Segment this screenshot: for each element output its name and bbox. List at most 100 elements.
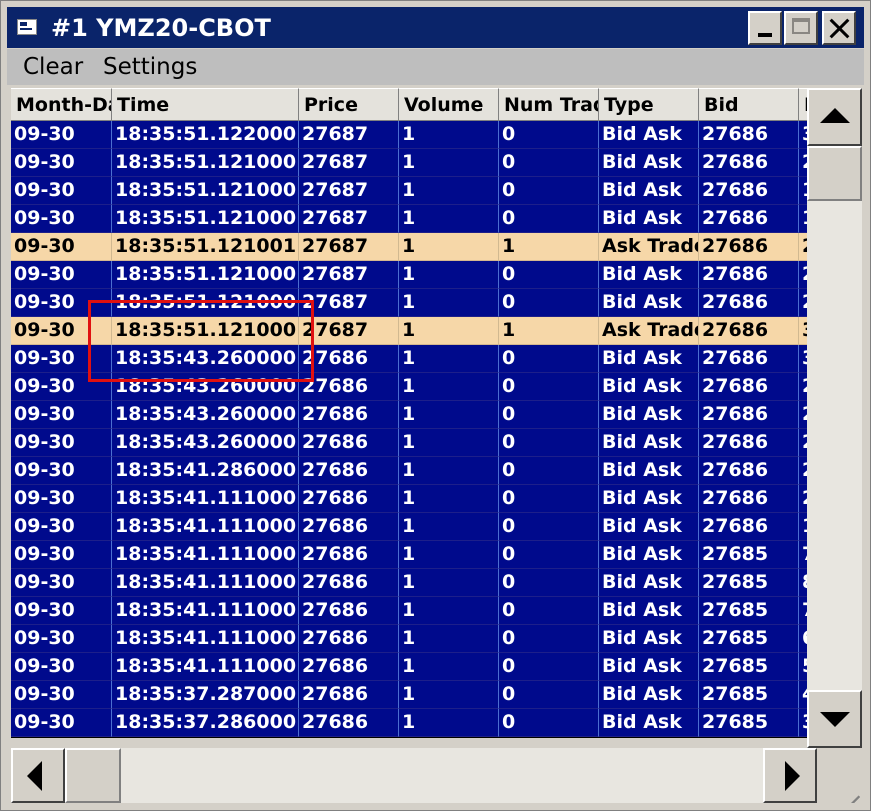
cell-bid-size: 2 <box>799 149 807 177</box>
cell-volume: 1 <box>399 541 499 569</box>
table-row[interactable]: 09-3018:35:51.1210002768710Bid Ask276862 <box>11 261 807 289</box>
table-row[interactable]: 09-3018:35:51.1210002768710Bid Ask276861 <box>11 205 807 233</box>
scroll-left-button[interactable] <box>11 748 65 803</box>
cell-volume: 1 <box>399 653 499 681</box>
table-row[interactable]: 09-3018:35:37.2870002768610Bid Ask276854 <box>11 681 807 709</box>
table-row[interactable]: 09-3018:35:41.1110002768610Bid Ask276856 <box>11 625 807 653</box>
table-row[interactable]: 09-3018:35:41.1110002768610Bid Ask276862 <box>11 485 807 513</box>
cell-type: Bid Ask <box>599 625 699 653</box>
cell-type: Bid Ask <box>599 373 699 401</box>
horizontal-scrollbar[interactable] <box>11 748 817 803</box>
cell-num-trades: 1 <box>499 317 599 345</box>
cell-price: 27686 <box>299 345 399 373</box>
cell-volume: 1 <box>399 233 499 261</box>
cell-bid: 27686 <box>699 289 799 317</box>
app-window-icon[interactable] <box>17 19 37 35</box>
table-row[interactable]: 09-3018:35:37.2860002768610Bid Ask276853 <box>11 709 807 737</box>
table-row[interactable]: 09-3018:35:41.1110002768610Bid Ask276858 <box>11 569 807 597</box>
cell-price: 27686 <box>299 597 399 625</box>
column-header-bid[interactable]: Bid <box>699 88 799 121</box>
cell-price: 27686 <box>299 401 399 429</box>
menu-settings[interactable]: Settings <box>103 53 197 81</box>
table-row[interactable]: 09-3018:35:43.2600002768610Bid Ask276862 <box>11 373 807 401</box>
column-header-bid-size[interactable]: Bid Size <box>799 88 807 121</box>
table-row[interactable]: 09-3018:35:43.2600002768610Bid Ask276863 <box>11 345 807 373</box>
cell-bid-size: 2 <box>799 289 807 317</box>
cell-bid: 27686 <box>699 429 799 457</box>
cell-num-trades: 0 <box>499 569 599 597</box>
cell-month-day: 09-30 <box>11 569 112 597</box>
cell-bid: 27685 <box>699 681 799 709</box>
title-bar[interactable]: #1 YMZ20-CBOT <box>7 7 864 48</box>
column-header-time[interactable]: Time <box>112 88 299 121</box>
cell-volume: 1 <box>399 261 499 289</box>
cell-bid-size: 5 <box>799 653 807 681</box>
cell-type: Bid Ask <box>599 345 699 373</box>
cell-bid: 27686 <box>699 149 799 177</box>
column-header-num-trades[interactable]: Num Trades <box>499 88 599 121</box>
table-row[interactable]: 09-3018:35:41.1110002768610Bid Ask276855 <box>11 653 807 681</box>
trade-row[interactable]: 09-30 18:35:51.121001 27687 1 1 Ask Trade 2768… <box>11 233 807 261</box>
cell-volume: 1 <box>399 709 499 737</box>
column-header-type[interactable]: Type <box>599 88 699 121</box>
cell-volume: 1 <box>399 625 499 653</box>
column-header-price[interactable]: Price <box>299 88 399 121</box>
cell-price: 27686 <box>299 625 399 653</box>
resize-grip-icon[interactable] <box>817 748 862 803</box>
maximize-button[interactable] <box>784 11 818 45</box>
cell-bid: 27686 <box>699 345 799 373</box>
cell-type: Ask Trade <box>599 317 699 345</box>
table-row[interactable]: 09-3018:35:41.1110002768610Bid Ask276857 <box>11 597 807 625</box>
cell-price: 27686 <box>299 681 399 709</box>
vertical-scrollbar[interactable] <box>807 88 862 748</box>
cell-bid-size: 2 <box>799 373 807 401</box>
menu-clear[interactable]: Clear <box>23 53 83 81</box>
close-button[interactable] <box>822 11 856 45</box>
cell-time: 18:35:51.121000 <box>112 261 299 289</box>
cell-bid: 27686 <box>699 233 799 261</box>
cell-volume: 1 <box>399 513 499 541</box>
cell-volume: 1 <box>399 345 499 373</box>
horizontal-scroll-thumb[interactable] <box>65 748 121 803</box>
table-row[interactable]: 09-3018:35:51.1210002768710Bid Ask276861 <box>11 177 807 205</box>
table-row[interactable]: 09-3018:35:41.1110002768610Bid Ask276861 <box>11 513 807 541</box>
column-header-volume[interactable]: Volume <box>399 88 499 121</box>
cell-volume: 1 <box>399 121 499 149</box>
table-row[interactable]: 09-3018:35:51.1220002768710Bid Ask276863 <box>11 121 807 149</box>
table-row[interactable]: 09-3018:35:43.2600002768610Bid Ask276862 <box>11 401 807 429</box>
cell-num-trades: 1 <box>499 233 599 261</box>
cell-price: 27686 <box>299 569 399 597</box>
table-row[interactable]: 09-3018:35:41.2860002768610Bid Ask276862 <box>11 457 807 485</box>
cell-volume: 1 <box>399 177 499 205</box>
cell-volume: 1 <box>399 205 499 233</box>
scroll-down-button[interactable] <box>807 690 862 748</box>
cell-volume: 1 <box>399 681 499 709</box>
cell-bid-size: 7 <box>799 597 807 625</box>
cell-price: 27686 <box>299 429 399 457</box>
cell-num-trades: 0 <box>499 709 599 737</box>
table-row[interactable]: 09-3018:35:43.2600002768610Bid Ask276862 <box>11 429 807 457</box>
vertical-scroll-thumb[interactable] <box>807 146 862 201</box>
cell-volume: 1 <box>399 317 499 345</box>
minimize-button[interactable] <box>748 11 782 45</box>
cell-volume: 1 <box>399 289 499 317</box>
column-header-month-day[interactable]: Month-Day <box>11 88 112 121</box>
cell-type: Bid Ask <box>599 149 699 177</box>
scroll-up-button[interactable] <box>807 88 862 146</box>
table-row[interactable]: 09-3018:35:41.1110002768610Bid Ask276857 <box>11 541 807 569</box>
trade-row[interactable]: 09-30 18:35:51.121000 27687 1 1 Ask Trade 2768… <box>11 317 807 345</box>
cell-month-day: 09-30 <box>11 289 112 317</box>
cell-month-day: 09-30 <box>11 401 112 429</box>
cell-num-trades: 0 <box>499 121 599 149</box>
cell-num-trades: 0 <box>499 401 599 429</box>
table-row[interactable]: 09-3018:35:51.1210002768710Bid Ask276862 <box>11 289 807 317</box>
cell-bid: 27685 <box>699 625 799 653</box>
table-row[interactable]: 09-3018:35:51.1210002768710Bid Ask276862 <box>11 149 807 177</box>
cell-bid: 27685 <box>699 653 799 681</box>
scroll-right-button[interactable] <box>763 748 817 803</box>
cell-bid: 27686 <box>699 457 799 485</box>
cell-price: 27687 <box>299 261 399 289</box>
cell-time: 18:35:51.121000 <box>112 289 299 317</box>
cell-type: Bid Ask <box>599 513 699 541</box>
cell-bid-size: 3 <box>799 121 807 149</box>
